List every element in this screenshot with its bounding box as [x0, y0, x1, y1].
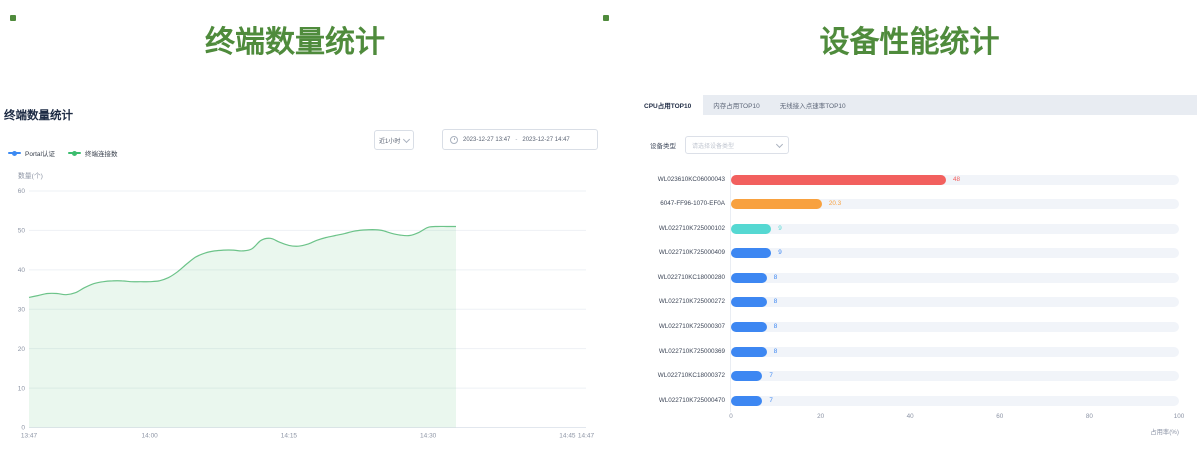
bar-value: 8 — [774, 322, 778, 332]
bar — [731, 273, 767, 283]
x-tick-label: 14:15 — [281, 433, 298, 440]
device-label: WL022710K725000272 — [632, 297, 725, 307]
bar-value: 9 — [778, 224, 782, 234]
bar — [731, 396, 762, 406]
bar — [731, 248, 771, 258]
device-label: WL022710KC18000372 — [632, 371, 725, 381]
device-label: WL022710K725000307 — [632, 322, 725, 332]
x-tick-label: 14:45 — [559, 433, 576, 440]
performance-tabbar: CPU占用TOP10 内存占用TOP10 无线接入点速率TOP10 — [632, 95, 1197, 115]
tab-cpu-top10[interactable]: CPU占用TOP10 — [632, 95, 703, 115]
bar-track — [731, 297, 1179, 307]
x-tick-label: 14:47 — [578, 433, 595, 440]
bar-x-tick-label: 40 — [907, 413, 914, 420]
bar-x-tick-label: 80 — [1086, 413, 1093, 420]
device-label: WL022710K725000409 — [632, 248, 725, 258]
device-type-label: 设备类型 — [650, 140, 676, 150]
device-label: WL022710K725000102 — [632, 224, 725, 234]
x-tick-label: 14:30 — [420, 433, 437, 440]
x-tick-label: 13:47 — [21, 433, 38, 440]
y-tick-label: 20 — [18, 346, 26, 353]
terminal-count-line-chart: 0 10 20 30 40 50 60 13:47 14:00 14:15 14:30 14:4514… — [0, 0, 610, 456]
y-tick-label: 40 — [18, 267, 26, 274]
bar — [731, 297, 767, 307]
y-tick-label: 60 — [18, 188, 26, 195]
dashboard-page: { "titles": { "left": "终端数量统计", "right":… — [0, 0, 1200, 456]
bar-value: 8 — [774, 273, 778, 283]
bar-track — [731, 347, 1179, 357]
device-label: 6047-FF96-1070-EF0A — [632, 199, 725, 209]
bar-x-tick-label: 100 — [1174, 413, 1185, 420]
bar-track — [731, 371, 1179, 381]
bar-value: 20.3 — [829, 199, 841, 209]
bar-x-tick-label: 60 — [996, 413, 1003, 420]
bar-x-axis-label: 占用率(%) — [1089, 427, 1179, 436]
device-label: WL022710KC18000280 — [632, 273, 725, 283]
bar-value: 8 — [774, 297, 778, 307]
bar-value: 7 — [769, 396, 773, 406]
bar-track — [731, 322, 1179, 332]
tab-memory-top10[interactable]: 内存占用TOP10 — [703, 95, 769, 115]
y-tick-label: 30 — [18, 306, 26, 313]
bar-track — [731, 273, 1179, 283]
terminal-count-panel: 终端数量统计 近1小时 2023-12-27 13:47 - 2023-12-2… — [0, 0, 610, 456]
bar-value: 48 — [953, 175, 960, 185]
y-tick-label: 10 — [18, 385, 26, 392]
bar-track — [731, 224, 1179, 234]
bar-x-tick-label: 0 — [729, 413, 733, 420]
bar-value: 7 — [769, 371, 773, 381]
device-performance-panel: CPU占用TOP10 内存占用TOP10 无线接入点速率TOP10 设备类型 请… — [632, 0, 1197, 456]
y-tick-label: 50 — [18, 228, 26, 235]
series-area-fill — [29, 226, 456, 427]
bar — [731, 199, 822, 209]
tab-wireless-ap-rate-top10[interactable]: 无线接入点速率TOP10 — [770, 95, 856, 115]
bar-x-tick-label: 20 — [817, 413, 824, 420]
device-label: WL022710K725000369 — [632, 347, 725, 357]
y-tick-label: 0 — [21, 425, 25, 432]
bar — [731, 322, 767, 332]
bar — [731, 175, 946, 185]
bar-value: 9 — [778, 248, 782, 258]
x-tick-label: 14:00 — [142, 433, 159, 440]
chevron-down-icon — [776, 140, 783, 147]
device-type-placeholder: 请选择设备类型 — [692, 141, 734, 150]
device-type-select[interactable]: 请选择设备类型 — [685, 136, 789, 154]
bar-track — [731, 248, 1179, 258]
bar — [731, 371, 762, 381]
bar-value: 8 — [774, 347, 778, 357]
bar-track — [731, 396, 1179, 406]
bar — [731, 224, 771, 234]
device-label: WL023610KC06000043 — [632, 175, 725, 185]
bar — [731, 347, 767, 357]
device-label: WL022710K725000470 — [632, 396, 725, 406]
